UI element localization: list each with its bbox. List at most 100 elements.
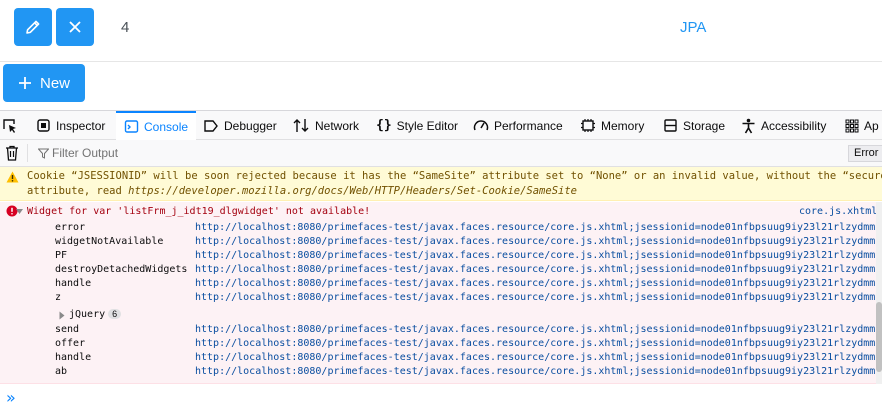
prompt-chevron-icon: » xyxy=(6,388,16,407)
data-table-row: 4 JPA xyxy=(0,0,882,62)
tab-application[interactable]: Ap xyxy=(845,111,879,140)
tab-accessibility[interactable]: Accessibility xyxy=(741,111,826,140)
frame-function: error xyxy=(55,222,86,233)
new-button[interactable]: New xyxy=(3,64,85,102)
tab-network[interactable]: Network xyxy=(293,111,359,140)
tab-debugger[interactable]: Debugger xyxy=(203,111,277,140)
tab-label: Debugger xyxy=(224,118,277,133)
console-filter-bar: Filter Output Error xyxy=(0,140,882,167)
jquery-group-label: jQuery 6 xyxy=(69,309,122,320)
error-message: Widget for var 'listFrm_j_idt19_dlgwidge… xyxy=(0,202,882,384)
frame-url[interactable]: http://localhost:8080/primefaces-test/ja… xyxy=(195,222,881,233)
frame-function: offer xyxy=(55,338,86,349)
plus-icon xyxy=(18,77,31,89)
errors-filter-button[interactable]: Error xyxy=(848,145,882,162)
console-icon xyxy=(124,120,139,133)
frame-function: send xyxy=(55,324,80,335)
stack-frame: offer http://localhost:8080/primefaces-t… xyxy=(0,338,882,352)
samesite-doc-link[interactable]: https://developer.mozilla.org/docs/Web/H… xyxy=(128,185,577,197)
console-input-row[interactable]: » xyxy=(0,384,882,413)
tab-label: Ap xyxy=(864,118,879,133)
devtools-panel: Inspector Console Debugger Network {} St… xyxy=(0,110,882,413)
new-button-label: New xyxy=(39,74,70,92)
tab-performance[interactable]: Performance xyxy=(473,111,563,140)
tab-label: Console xyxy=(144,119,189,134)
error-text: Widget for var 'listFrm_j_idt19_dlgwidge… xyxy=(27,206,371,217)
element-picker-button[interactable] xyxy=(2,111,32,140)
row-value: 4 xyxy=(121,19,130,36)
console-scrollbar[interactable] xyxy=(876,202,882,384)
frame-url[interactable]: http://localhost:8080/primefaces-test/ja… xyxy=(195,264,881,275)
trash-icon[interactable] xyxy=(5,145,19,161)
tab-label: Storage xyxy=(683,118,726,133)
devtools-tabbar: Inspector Console Debugger Network {} St… xyxy=(0,111,882,140)
stack-frame: handle http://localhost:8080/primefaces-… xyxy=(0,352,882,366)
warning-text: Cookie “JSESSIONID” will be soon rejecte… xyxy=(27,169,882,199)
stack-frame: ab http://localhost:8080/primefaces-test… xyxy=(0,366,882,380)
tab-label: Memory xyxy=(601,118,645,133)
element-picker-icon xyxy=(3,118,16,133)
filter-output-input[interactable]: Filter Output xyxy=(52,146,118,160)
frame-url[interactable]: http://localhost:8080/primefaces-test/ja… xyxy=(195,250,881,261)
frame-url[interactable]: http://localhost:8080/primefaces-test/ja… xyxy=(195,338,881,349)
warning-line-prefix: attribute, read xyxy=(27,185,129,197)
debugger-icon xyxy=(204,119,218,132)
stack-frame: PF http://localhost:8080/primefaces-test… xyxy=(0,250,882,264)
storage-icon xyxy=(664,119,677,132)
tab-label: Network xyxy=(315,118,360,133)
gauge-icon xyxy=(473,120,489,131)
tab-inspector[interactable]: Inspector xyxy=(36,111,105,140)
expand-triangle-icon[interactable] xyxy=(15,208,24,215)
jquery-frame-group[interactable]: jQuery 6 xyxy=(0,309,882,323)
frame-url[interactable]: http://localhost:8080/primefaces-test/ja… xyxy=(195,352,881,363)
frame-function: z xyxy=(55,292,62,303)
frame-url[interactable]: http://localhost:8080/primefaces-test/ja… xyxy=(195,292,881,303)
tab-label: Accessibility xyxy=(761,118,827,133)
grid-icon xyxy=(845,119,859,132)
edit-button[interactable] xyxy=(14,8,52,46)
warning-icon xyxy=(6,171,19,183)
pencil-icon xyxy=(26,20,40,34)
cancel-button[interactable] xyxy=(56,8,94,46)
frame-url[interactable]: http://localhost:8080/primefaces-test/ja… xyxy=(195,236,881,247)
frame-function: handle xyxy=(55,352,92,363)
stack-frame: send http://localhost:8080/primefaces-te… xyxy=(0,324,882,338)
tab-label: Style Editor xyxy=(396,118,459,133)
frame-url[interactable]: http://localhost:8080/primefaces-test/ja… xyxy=(195,324,881,335)
frame-function: destroyDetachedWidgets xyxy=(55,264,188,275)
close-icon xyxy=(69,21,81,33)
jquery-group-name: jQuery xyxy=(69,309,106,320)
tab-style-editor[interactable]: {} Style Editor xyxy=(376,111,458,140)
stack-frame: destroyDetachedWidgets http://localhost:… xyxy=(0,264,882,278)
stack-frame: handle http://localhost:8080/primefaces-… xyxy=(0,278,882,292)
memory-icon xyxy=(581,119,595,132)
row-link[interactable]: JPA xyxy=(680,19,706,36)
tab-console[interactable]: Console xyxy=(116,111,197,140)
frame-url[interactable]: http://localhost:8080/primefaces-test/ja… xyxy=(195,366,881,377)
scrollbar-thumb[interactable] xyxy=(876,302,882,372)
tab-storage[interactable]: Storage xyxy=(663,111,725,140)
network-icon xyxy=(293,119,309,132)
warning-line-2: attribute, read https://developer.mozill… xyxy=(27,184,882,199)
frame-function: handle xyxy=(55,278,92,289)
inspector-icon xyxy=(37,119,50,132)
frame-function: PF xyxy=(55,250,68,261)
collapsed-triangle-icon xyxy=(59,311,65,320)
error-source-link[interactable]: core.js.xhtml; xyxy=(799,206,882,217)
frame-url[interactable]: http://localhost:8080/primefaces-test/ja… xyxy=(195,278,881,289)
cookie-warning-message: Cookie “JSESSIONID” will be soon rejecte… xyxy=(0,167,882,201)
warning-line: Cookie “JSESSIONID” will be soon rejecte… xyxy=(27,170,882,182)
filter-icon xyxy=(38,148,49,159)
frame-count-badge: 6 xyxy=(108,309,122,319)
frame-function: ab xyxy=(55,366,68,377)
frame-function: widgetNotAvailable xyxy=(55,236,164,247)
stack-frame: z http://localhost:8080/primefaces-test/… xyxy=(0,292,882,306)
braces-icon: {} xyxy=(376,118,392,133)
tab-memory[interactable]: Memory xyxy=(580,111,644,140)
tab-label: Inspector xyxy=(56,118,106,133)
tab-label: Performance xyxy=(494,118,563,133)
accessibility-icon xyxy=(742,118,755,133)
stack-frame: widgetNotAvailable http://localhost:8080… xyxy=(0,236,882,250)
divider xyxy=(27,144,28,162)
stack-frame: error http://localhost:8080/primefaces-t… xyxy=(0,222,882,236)
